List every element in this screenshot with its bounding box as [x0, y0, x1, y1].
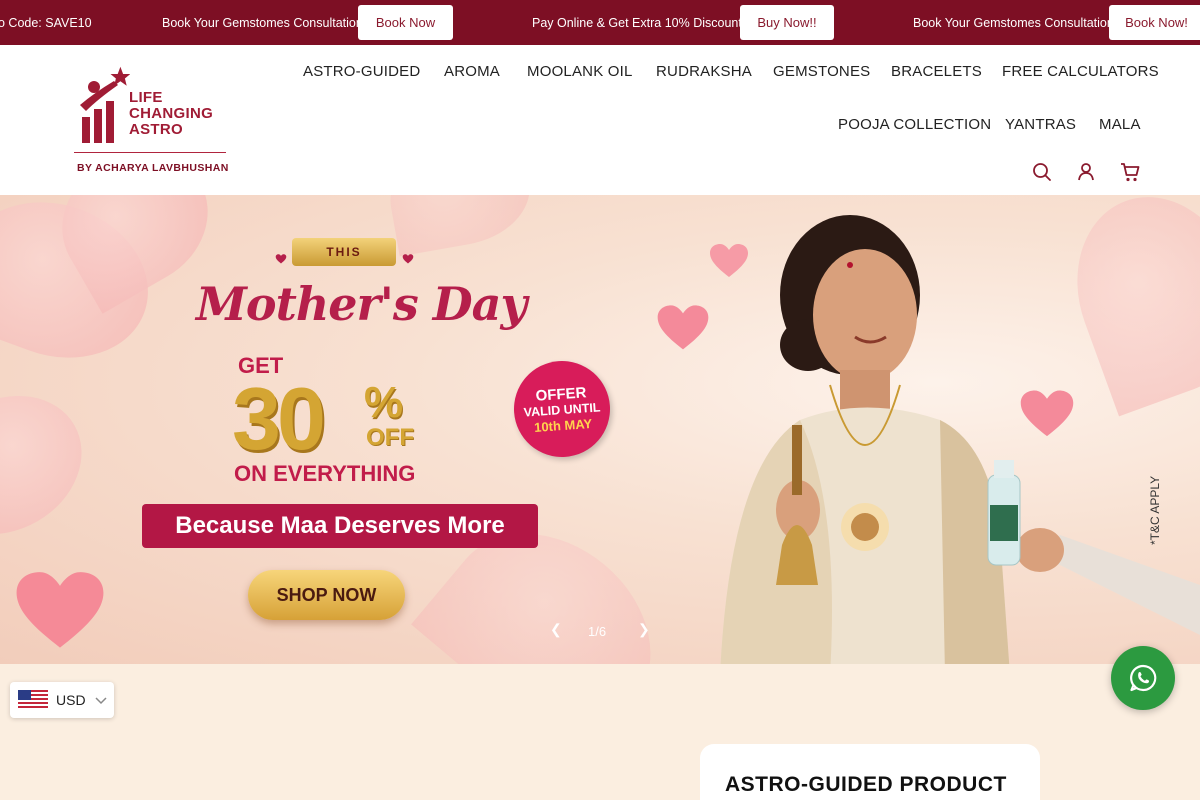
- nav-mala[interactable]: MALA: [1099, 116, 1141, 133]
- nav-free-calculators[interactable]: FREE CALCULATORS: [1002, 63, 1159, 80]
- heart-icon: [16, 572, 104, 648]
- heart-icon: [402, 254, 414, 264]
- logo-wordmark: LIFE CHANGING ASTRO: [129, 90, 213, 138]
- nav-astro-guided[interactable]: ASTRO-GUIDED: [303, 63, 420, 80]
- logo-line-1: LIFE: [129, 89, 163, 106]
- product-section-title: ASTRO-GUIDED PRODUCT: [725, 773, 1007, 796]
- heart-icon: [275, 254, 287, 264]
- logo-line-3: ASTRO: [129, 121, 183, 138]
- badge-line-date: 10th MAY: [533, 415, 593, 435]
- book-now-button-2[interactable]: Book Now!: [1109, 5, 1200, 40]
- hero-on-everything: ON EVERYTHING: [234, 461, 416, 486]
- logo-subtitle: BY ACHARYA LAVBHUSHAN: [77, 162, 229, 174]
- logo-mark-icon: [80, 66, 130, 143]
- hero-model-image: [720, 215, 1200, 664]
- cart-icon[interactable]: [1119, 161, 1141, 183]
- hero-off-label: OFF: [366, 424, 414, 451]
- announcement-coupon: o Code: SAVE10: [0, 15, 92, 30]
- nav-bracelets[interactable]: BRACELETS: [891, 63, 982, 80]
- site-logo[interactable]: LIFE CHANGING ASTRO BY ACHARYA LAVBHUSHA…: [74, 65, 229, 177]
- chevron-right-icon[interactable]: ❯: [638, 621, 650, 638]
- nav-aroma[interactable]: AROMA: [444, 63, 500, 80]
- chevron-down-icon: [95, 697, 107, 705]
- hero-tagline: Because Maa Deserves More: [142, 504, 538, 548]
- hero-banner[interactable]: THIS Mother's Day GET 30 % OFF ON EVERYT…: [0, 195, 1200, 664]
- user-icon[interactable]: [1075, 161, 1097, 183]
- announcement-discount: Pay Online & Get Extra 10% Discount!: [532, 15, 746, 30]
- chevron-left-icon[interactable]: ❮: [550, 621, 562, 638]
- decor-petal: [0, 368, 107, 562]
- whatsapp-chat-button[interactable]: [1111, 646, 1175, 710]
- logo-divider: [74, 152, 226, 153]
- announcement-bar: o Code: SAVE10 Book Your Gemstomes Consu…: [0, 0, 1200, 45]
- slide-counter: 1/6: [588, 624, 607, 639]
- tnc-note: *T&C APPLY: [1148, 475, 1162, 545]
- product-section-card: ASTRO-GUIDED PRODUCT: [700, 744, 1040, 800]
- nav-rudraksha[interactable]: RUDRAKSHA: [656, 63, 752, 80]
- shop-now-button[interactable]: SHOP NOW: [248, 570, 405, 620]
- book-now-button[interactable]: Book Now: [358, 5, 453, 40]
- announcement-consultation: Book Your Gemstomes Consultation: [162, 15, 363, 30]
- logo-line-2: CHANGING: [129, 105, 214, 122]
- announcement-consultation-2: Book Your Gemstomes Consultation: [913, 15, 1114, 30]
- nav-moolank-oil[interactable]: MOOLANK OIL: [527, 63, 633, 80]
- nav-pooja-collection[interactable]: POOJA COLLECTION: [838, 116, 991, 133]
- nav-yantras[interactable]: YANTRAS: [1005, 116, 1076, 133]
- this-ribbon: THIS: [292, 238, 396, 266]
- whatsapp-icon: [1130, 664, 1157, 692]
- hero-title: Mother's Day: [196, 277, 527, 331]
- currency-code: USD: [56, 692, 86, 708]
- nav-gemstones[interactable]: GEMSTONES: [773, 63, 870, 80]
- offer-validity-badge: OFFER VALID UNTIL 10th MAY: [510, 357, 614, 461]
- hero-percent-sign: %: [364, 378, 404, 427]
- buy-now-button[interactable]: Buy Now!!: [740, 5, 834, 40]
- decor-petal: [382, 195, 538, 257]
- currency-selector[interactable]: USD: [10, 682, 114, 718]
- us-flag-icon: [18, 690, 48, 710]
- hero-discount-value: 30: [232, 369, 326, 468]
- search-icon[interactable]: [1031, 161, 1053, 183]
- site-header: LIFE CHANGING ASTRO BY ACHARYA LAVBHUSHA…: [0, 45, 1200, 195]
